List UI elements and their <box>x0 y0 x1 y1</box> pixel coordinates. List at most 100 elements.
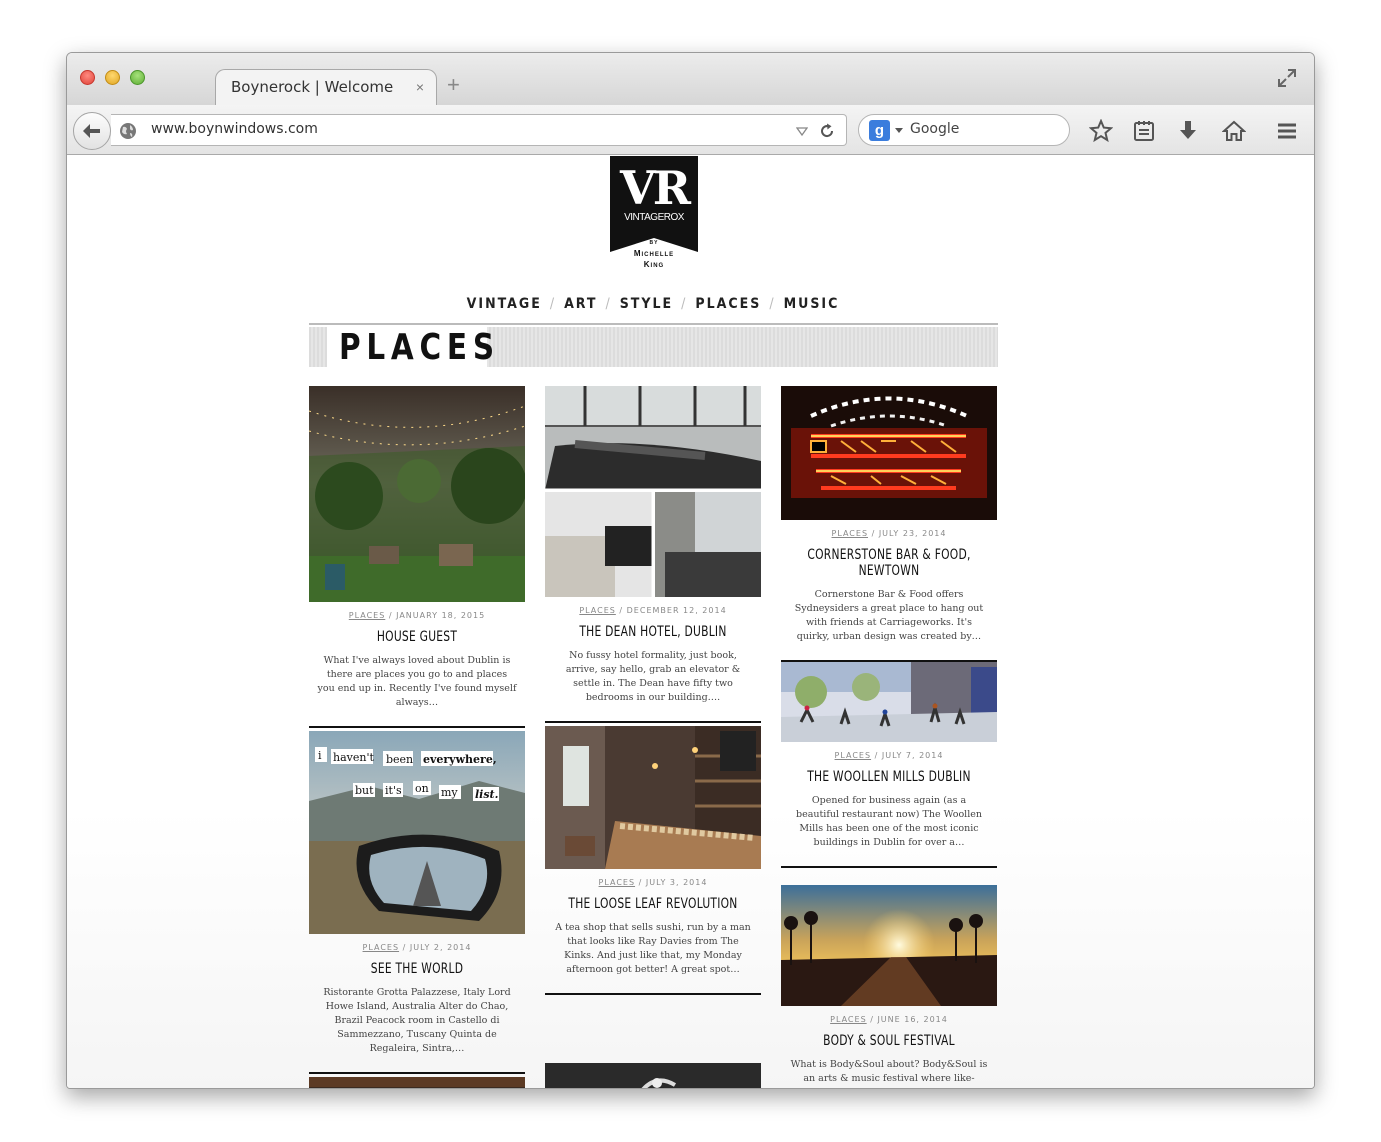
post-divider <box>781 866 997 868</box>
post-image-woollen-mills-painting[interactable] <box>781 662 997 742</box>
image-word: haven't <box>333 751 374 764</box>
bookmark-star-icon[interactable] <box>1089 119 1113 143</box>
post-meta: PLACES / JANUARY 18, 2015 <box>309 611 525 620</box>
post-date: DECEMBER 12, 2014 <box>626 606 727 615</box>
image-word: it's <box>385 784 402 797</box>
image-word: my <box>441 786 458 799</box>
post-category-link[interactable]: PLACES <box>599 878 636 887</box>
search-bar[interactable]: g Google <box>858 114 1070 146</box>
back-arrow-icon <box>83 124 100 138</box>
image-word: been <box>386 753 413 766</box>
fullscreen-icon[interactable] <box>1276 67 1298 89</box>
post-excerpt: Ristorante Grotta Palazzese, Italy Lord … <box>323 987 511 1054</box>
post-card[interactable] <box>309 1077 525 1089</box>
search-engine-dropdown-icon[interactable] <box>895 128 903 133</box>
nav-style[interactable]: STYLE <box>620 296 673 312</box>
section-header: PLACES <box>309 327 998 368</box>
post-title[interactable]: BODY & SOUL FESTIVAL <box>797 1033 981 1049</box>
tab-close-icon[interactable]: × <box>416 79 424 95</box>
post-title[interactable]: THE LOOSE LEAF REVOLUTION <box>561 896 745 912</box>
downloads-icon[interactable] <box>1176 119 1200 143</box>
post-category-link[interactable]: PLACES <box>579 606 616 615</box>
logo-author-last: King <box>643 260 665 269</box>
post-card[interactable]: PLACES / JULY 7, 2014 THE WOOLLEN MILLS … <box>781 662 997 868</box>
search-placeholder[interactable]: Google <box>910 121 959 137</box>
post-card[interactable]: PLACES / JULY 23, 2014 CORNERSTONE BAR &… <box>781 386 997 662</box>
post-excerpt: Opened for business again (as a beautifu… <box>795 795 982 848</box>
title-bar: Boynerock | Welcome × + <box>67 53 1314 106</box>
post-meta: PLACES / DECEMBER 12, 2014 <box>545 606 761 615</box>
post-meta: PLACES / JULY 2, 2014 <box>309 943 525 952</box>
post-category-link[interactable]: PLACES <box>835 751 872 760</box>
page-content: VR VINTAGEROX BY Michelle King VINTAGE / A… <box>67 156 1314 1089</box>
minimize-window-button[interactable] <box>105 70 120 85</box>
post-meta: PLACES / JUNE 16, 2014 <box>781 1015 997 1024</box>
post-category-link[interactable]: PLACES <box>363 943 400 952</box>
post-image-garden-bar[interactable] <box>309 386 525 602</box>
nav-separator: / <box>681 296 688 312</box>
url-bar[interactable]: www.boynwindows.com <box>111 114 847 146</box>
post-title[interactable]: SEE THE WORLD <box>325 961 509 977</box>
post-card[interactable]: PLACES / JUNE 16, 2014 BODY & SOUL FESTI… <box>781 885 997 1088</box>
post-card[interactable]: PLACES / JANUARY 18, 2015 HOUSE GUEST Wh… <box>309 386 525 728</box>
zoom-window-button[interactable] <box>130 70 145 85</box>
post-image-festival-sunset[interactable] <box>781 885 997 1006</box>
post-image-tea-shop[interactable] <box>545 726 761 869</box>
url-history-dropdown-icon[interactable] <box>796 125 808 137</box>
post-title[interactable]: THE DEAN HOTEL, DUBLIN <box>561 624 745 640</box>
post-divider <box>545 721 761 723</box>
url-text[interactable]: www.boynwindows.com <box>151 121 318 137</box>
image-word: i <box>318 749 322 762</box>
reload-icon[interactable] <box>818 122 836 140</box>
post-date: JULY 23, 2014 <box>878 529 947 538</box>
back-button[interactable] <box>73 112 111 150</box>
post-image-neon-sign[interactable] <box>781 386 997 520</box>
post-title[interactable]: HOUSE GUEST <box>325 629 509 645</box>
bookmarks-menu-icon[interactable] <box>1132 119 1156 143</box>
logo-letters: VR <box>620 161 691 215</box>
browser-window: Boynerock | Welcome × + www.boynwindows.… <box>66 52 1315 1089</box>
meta-separator: / <box>619 606 624 615</box>
logo-by: BY <box>649 240 659 246</box>
nav-separator: / <box>769 296 776 312</box>
nav-divider <box>309 323 998 325</box>
nav-music[interactable]: MUSIC <box>784 296 840 312</box>
nav-vintage[interactable]: VINTAGE <box>467 296 542 312</box>
nav-art[interactable]: ART <box>564 296 597 312</box>
post-divider <box>309 1072 525 1074</box>
post-meta: PLACES / JULY 23, 2014 <box>781 529 997 538</box>
site-logo[interactable]: VR VINTAGEROX BY Michelle King <box>609 156 699 274</box>
post-card[interactable]: PLACES / JULY 3, 2014 THE LOOSE LEAF REV… <box>545 726 761 995</box>
post-title[interactable]: THE WOOLLEN MILLS DUBLIN <box>797 769 981 785</box>
search-engine-icon[interactable]: g <box>869 120 890 141</box>
post-card[interactable]: PLACES / DECEMBER 12, 2014 THE DEAN HOTE… <box>545 386 761 723</box>
post-excerpt: What I've always loved about Dublin is t… <box>317 655 517 708</box>
post-category-link[interactable]: PLACES <box>349 611 386 620</box>
post-card[interactable] <box>545 1063 761 1089</box>
post-date: JULY 3, 2014 <box>645 878 708 887</box>
post-date: JULY 2, 2014 <box>409 943 472 952</box>
nav-places[interactable]: PLACES <box>695 296 761 312</box>
post-excerpt: A tea shop that sells sushi, run by a ma… <box>555 922 751 975</box>
image-word: everywhere, <box>423 753 497 766</box>
hamburger-menu-icon[interactable] <box>1275 119 1299 143</box>
post-category-link[interactable]: PLACES <box>832 529 869 538</box>
close-window-button[interactable] <box>80 70 95 85</box>
image-word: on <box>415 782 429 795</box>
post-category-link[interactable]: PLACES <box>830 1015 867 1024</box>
post-excerpt: No fussy hotel formality, just book, arr… <box>565 650 741 703</box>
post-image-car-mirror[interactable]: i haven't been everywhere, but it's on m… <box>309 731 525 934</box>
post-image-hotel-collage[interactable] <box>545 386 761 597</box>
meta-separator: / <box>874 751 879 760</box>
site-navigation: VINTAGE / ART / STYLE / PLACES / MUSIC <box>67 296 1239 312</box>
post-divider <box>309 726 525 728</box>
image-word: but <box>355 784 374 797</box>
post-date: JUNE 16, 2014 <box>877 1015 948 1024</box>
home-icon[interactable] <box>1222 119 1246 143</box>
new-tab-button[interactable]: + <box>447 74 460 96</box>
post-image-partial[interactable] <box>309 1077 525 1089</box>
post-image-bw-portrait[interactable] <box>545 1063 761 1089</box>
post-card[interactable]: i haven't been everywhere, but it's on m… <box>309 731 525 1074</box>
browser-tab[interactable]: Boynerock | Welcome × <box>215 69 437 106</box>
post-title[interactable]: CORNERSTONE BAR & FOOD, NEWTOWN <box>797 547 981 579</box>
